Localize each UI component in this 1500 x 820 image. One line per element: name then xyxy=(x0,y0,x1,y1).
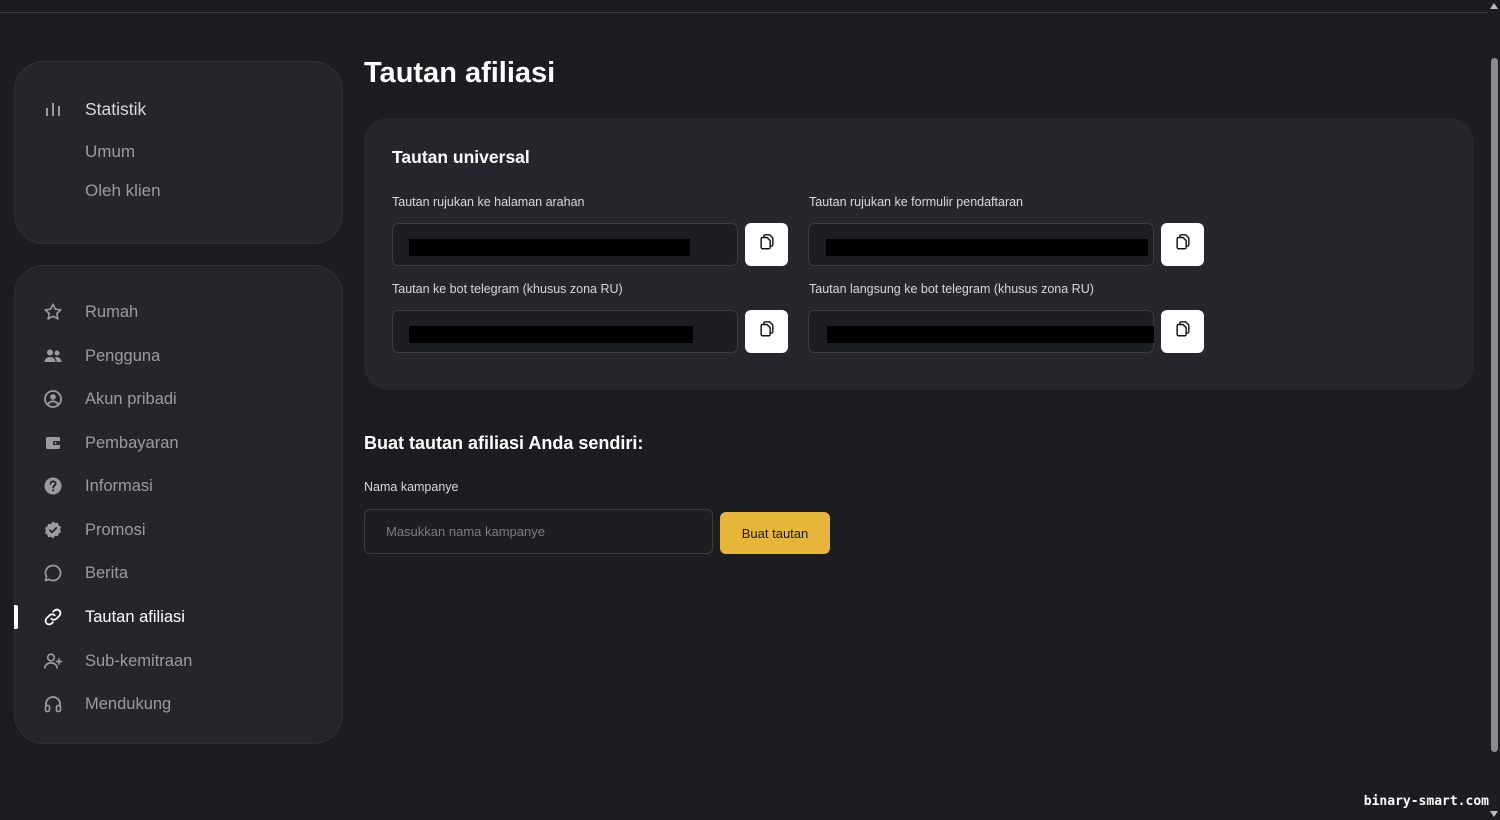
custom-link-section-title: Buat tautan afiliasi Anda sendiri: xyxy=(364,433,644,453)
direct-telegram-link-label: Tautan langsung ke bot telegram (khusus … xyxy=(809,282,1094,296)
campaign-name-label: Nama kampanye xyxy=(364,480,459,494)
sidebar-item-label: Oleh klien xyxy=(85,181,161,200)
landing-link-label: Tautan rujukan ke halaman arahan xyxy=(392,195,585,209)
landing-link-field[interactable] xyxy=(392,223,738,266)
redacted-link xyxy=(827,326,1154,343)
nav-panel: Rumah Pengguna Akun pribadi Pembayaran I… xyxy=(14,265,343,744)
copy-icon xyxy=(758,320,776,343)
redacted-link xyxy=(826,239,1148,256)
copy-icon xyxy=(1174,320,1192,343)
question-icon xyxy=(42,475,64,497)
users-icon xyxy=(42,345,64,367)
copy-direct-telegram-link-button[interactable] xyxy=(1161,310,1204,353)
sidebar-item-mendukung[interactable]: Mendukung xyxy=(15,686,344,722)
sidebar-item-umum[interactable]: Umum xyxy=(15,134,344,170)
sidebar-item-label: Sub-kemitraan xyxy=(85,651,193,670)
wallet-icon xyxy=(42,432,64,454)
sidebar-item-pembayaran[interactable]: Pembayaran xyxy=(15,425,344,461)
user-circle-icon xyxy=(42,388,64,410)
sidebar-item-label: Statistik xyxy=(85,98,147,119)
sidebar-item-label: Informasi xyxy=(85,476,153,495)
registration-link-field[interactable] xyxy=(808,223,1154,266)
universal-links-card: Tautan universal Tautan rujukan ke halam… xyxy=(364,118,1474,390)
copy-registration-link-button[interactable] xyxy=(1161,223,1204,266)
sidebar-item-label: Rumah xyxy=(85,302,139,321)
card-title: Tautan universal xyxy=(392,147,530,167)
scroll-up-arrow-icon[interactable] xyxy=(1490,3,1498,9)
sidebar-item-label: Berita xyxy=(85,563,129,582)
copy-landing-link-button[interactable] xyxy=(745,223,788,266)
sidebar-item-sub-kemitraan[interactable]: Sub-kemitraan xyxy=(15,643,344,679)
copy-telegram-bot-link-button[interactable] xyxy=(745,310,788,353)
browser-top-strip xyxy=(0,0,1488,13)
page-title: Tautan afiliasi xyxy=(364,57,556,89)
copy-icon xyxy=(758,233,776,256)
copy-icon xyxy=(1174,233,1192,256)
badge-check-icon xyxy=(42,519,64,541)
sidebar-item-rumah[interactable]: Rumah xyxy=(15,294,344,330)
sidebar-item-label: Umum xyxy=(85,142,136,161)
registration-link-label: Tautan rujukan ke formulir pendaftaran xyxy=(809,195,1024,209)
sidebar-item-label: Akun pribadi xyxy=(85,389,177,408)
link-icon xyxy=(42,606,64,628)
sidebar-item-tautan-afiliasi[interactable]: Tautan afiliasi xyxy=(14,599,344,635)
sidebar-item-statistik[interactable]: Statistik xyxy=(15,91,344,127)
telegram-bot-link-label: Tautan ke bot telegram (khusus zona RU) xyxy=(392,282,623,296)
sidebar-item-promosi[interactable]: Promosi xyxy=(15,512,344,548)
page-scrollbar[interactable] xyxy=(1488,0,1500,820)
sidebar-item-label: Tautan afiliasi xyxy=(85,607,185,626)
sidebar-item-label: Mendukung xyxy=(85,694,172,713)
sidebar-item-informasi[interactable]: Informasi xyxy=(15,468,344,504)
scrollbar-thumb[interactable] xyxy=(1491,58,1498,752)
sidebar-item-pengguna[interactable]: Pengguna xyxy=(15,338,344,374)
sidebar-item-akun-pribadi[interactable]: Akun pribadi xyxy=(15,381,344,417)
sidebar-item-berita[interactable]: Berita xyxy=(15,555,344,591)
create-link-button[interactable]: Buat tautan xyxy=(720,512,830,554)
sidebar-item-label: Promosi xyxy=(85,520,146,539)
sidebar-item-label: Pembayaran xyxy=(85,433,179,452)
watermark: binary-smart.com xyxy=(1363,794,1489,809)
redacted-link xyxy=(409,326,693,343)
sidebar-item-label: Pengguna xyxy=(85,346,161,365)
redacted-link xyxy=(409,239,690,256)
user-plus-icon xyxy=(42,650,64,672)
active-indicator xyxy=(14,605,18,629)
stats-panel: Statistik Umum Oleh klien xyxy=(14,61,343,244)
bar-chart-icon xyxy=(42,98,64,120)
campaign-name-input[interactable] xyxy=(364,509,713,554)
telegram-bot-link-field[interactable] xyxy=(392,310,738,353)
direct-telegram-link-field[interactable] xyxy=(808,310,1154,353)
star-icon xyxy=(42,301,64,323)
sidebar-item-oleh-klien[interactable]: Oleh klien xyxy=(15,173,344,209)
headphones-icon xyxy=(42,693,64,715)
chat-bubble-icon xyxy=(42,562,64,584)
scroll-down-arrow-icon[interactable] xyxy=(1490,811,1498,817)
